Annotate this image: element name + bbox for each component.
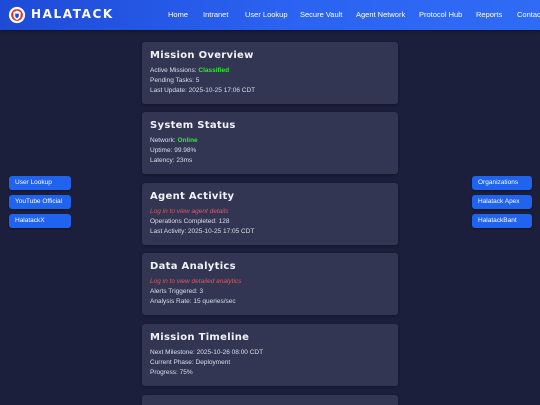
nav-user-lookup[interactable]: User Lookup <box>245 10 288 19</box>
card-title: Mission Timeline <box>150 332 250 343</box>
card-line: Latency: 23ms <box>150 157 193 164</box>
card-title: Mission Overview <box>150 50 254 61</box>
card-line: Next Milestone: 2025-10-26 08:00 CDT <box>150 349 264 356</box>
nav-protocol-hub[interactable]: Protocol Hub <box>419 10 462 19</box>
status-value: Classified <box>198 67 230 74</box>
nav-contact[interactable]: Contact <box>517 10 540 19</box>
status-value: Online <box>177 137 198 144</box>
login-notice[interactable]: Log in to view detailed analytics <box>150 277 390 287</box>
organizations-button[interactable]: Organizations <box>472 176 532 190</box>
card-line: Pending Tasks: 5 <box>150 77 200 84</box>
top-nav-bar: HALATACK Home Intranet User Lookup Secur… <box>0 0 540 30</box>
card-title: Agent Activity <box>150 191 235 202</box>
card-title: System Status <box>150 120 236 131</box>
login-notice[interactable]: Log in to view agent details <box>150 207 390 217</box>
mission-overview-card: Mission Overview Active Missions: Classi… <box>142 42 398 104</box>
nav-agent-network[interactable]: Agent Network <box>356 10 405 19</box>
youtube-official-button[interactable]: YouTube Official <box>9 195 71 209</box>
card-line: Active Missions: Classified <box>150 67 230 74</box>
card-line: Network: Online <box>150 137 198 144</box>
halatackx-button[interactable]: HalatackX <box>9 214 71 228</box>
card-line: Operations Completed: 128 <box>150 218 230 225</box>
card-line: Uptime: 99.98% <box>150 147 197 154</box>
mission-timeline-card: Mission Timeline Next Milestone: 2025-10… <box>142 324 398 386</box>
nav-home[interactable]: Home <box>168 10 188 19</box>
card-line: Last Activity: 2025-10-25 17:05 CDT <box>150 228 255 235</box>
system-status-card: System Status Network: Online Uptime: 99… <box>142 112 398 174</box>
nav-secure-vault[interactable]: Secure Vault <box>300 10 342 19</box>
brand-name[interactable]: HALATACK <box>31 7 114 21</box>
nav-reports[interactable]: Reports <box>476 10 502 19</box>
halatack-shield-icon[interactable] <box>8 6 26 24</box>
halatack-apex-button[interactable]: Halatack Apex <box>472 195 532 209</box>
card-line: Alerts Triggered: 3 <box>150 288 204 295</box>
nav-intranet[interactable]: Intranet <box>203 10 228 19</box>
card-line: Progress: 75% <box>150 369 193 376</box>
halatackbant-button[interactable]: HalatackBant <box>472 214 532 228</box>
data-analytics-card: Data Analytics Log in to view detailed a… <box>142 253 398 315</box>
user-lookup-button[interactable]: User Lookup <box>9 176 71 190</box>
card-title: Data Analytics <box>150 261 236 272</box>
card-line: Current Phase: Deployment <box>150 359 231 366</box>
card-line: Analysis Rate: 15 queries/sec <box>150 298 236 305</box>
card-line: Last Update: 2025-10-25 17:06 CDT <box>150 87 256 94</box>
agent-activity-card: Agent Activity Log in to view agent deta… <box>142 183 398 245</box>
next-card-partial <box>142 395 398 405</box>
